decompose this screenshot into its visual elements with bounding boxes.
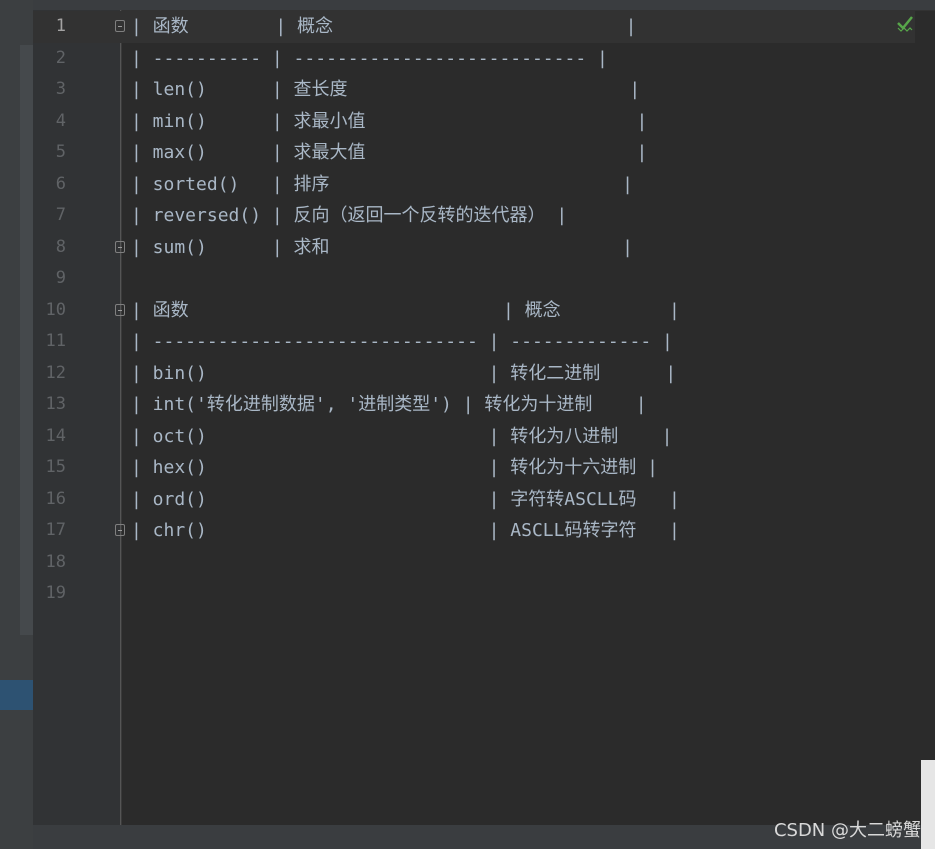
line-number: 16 bbox=[45, 488, 66, 509]
code-text[interactable]: | ------------------------------ | -----… bbox=[131, 326, 673, 358]
code-text[interactable]: | reversed() | 反向（返回一个反转的迭代器） | bbox=[131, 200, 567, 232]
code-line[interactable]: 17 | chr() | ASCLL码转字符 | bbox=[33, 515, 915, 547]
code-line[interactable]: 1 | 函数 | 概念 | bbox=[33, 11, 915, 43]
code-text[interactable]: | oct() | 转化为八进制 | bbox=[131, 421, 672, 453]
check-icon[interactable] bbox=[895, 13, 915, 33]
code-text[interactable]: | sum() | 求和 | bbox=[131, 232, 633, 264]
line-number: 15 bbox=[45, 457, 66, 477]
line-number: 9 bbox=[55, 268, 66, 288]
code-text[interactable]: | max() | 求最大值 | bbox=[131, 137, 647, 169]
code-text[interactable]: | hex() | 转化为十六进制 | bbox=[131, 452, 658, 484]
editor-tab-bar bbox=[33, 0, 935, 11]
line-number: 6 bbox=[55, 173, 66, 194]
code-line[interactable]: 19 bbox=[33, 578, 915, 610]
line-number: 13 bbox=[45, 394, 66, 414]
tool-window-strip bbox=[0, 0, 33, 849]
code-line[interactable]: 4 | min() | 求最小值 | bbox=[33, 106, 915, 138]
line-number: 3 bbox=[55, 79, 66, 99]
line-number: 4 bbox=[55, 110, 66, 131]
code-line[interactable]: 9 bbox=[33, 263, 915, 295]
code-text[interactable]: | ---------- | -------------------------… bbox=[131, 43, 608, 75]
code-line[interactable]: 3 | len() | 查长度 | bbox=[33, 74, 915, 106]
line-number: 11 bbox=[45, 331, 66, 351]
line-number: 10 bbox=[45, 299, 66, 320]
code-text[interactable]: | 函数 | 概念 | bbox=[131, 295, 680, 327]
code-line[interactable]: 11 | ------------------------------ | ---… bbox=[33, 326, 915, 358]
code-line[interactable]: 2 | ---------- | ------------------------… bbox=[33, 43, 915, 75]
code-line[interactable]: 10 | 函数 | 概念 | bbox=[33, 295, 915, 327]
code-text[interactable]: | min() | 求最小值 | bbox=[131, 106, 647, 138]
code-line[interactable]: 14 | oct() | 转化为八进制 | bbox=[33, 421, 915, 453]
code-text[interactable]: | sorted() | 排序 | bbox=[131, 169, 633, 201]
code-text[interactable]: | bin() | 转化二进制 | bbox=[131, 358, 676, 390]
fold-marker-icon[interactable] bbox=[115, 20, 125, 32]
code-line[interactable]: 16 | ord() | 字符转ASCLL码 | bbox=[33, 484, 915, 516]
tool-window-panel-edge bbox=[20, 45, 33, 635]
vertical-scrollbar-thumb[interactable] bbox=[921, 760, 935, 849]
code-text[interactable]: | int('转化进制数据', '进制类型') | 转化为十进制 | bbox=[131, 389, 647, 421]
watermark: CSDN @大二螃蟹 bbox=[773, 820, 921, 841]
line-number: 17 bbox=[45, 520, 66, 540]
code-line[interactable]: 12 | bin() | 转化二进制 | bbox=[33, 358, 915, 390]
code-line[interactable]: 5 | max() | 求最大值 | bbox=[33, 137, 915, 169]
code-line[interactable]: 6 | sorted() | 排序 | bbox=[33, 169, 915, 201]
code-line[interactable]: 13 | int('转化进制数据', '进制类型') | 转化为十进制 | bbox=[33, 389, 915, 421]
line-number: 5 bbox=[55, 142, 66, 162]
line-number: 18 bbox=[45, 551, 66, 572]
line-number: 7 bbox=[55, 205, 66, 225]
code-line[interactable]: 8 | sum() | 求和 | bbox=[33, 232, 915, 264]
code-line[interactable]: 7 | reversed() | 反向（返回一个反转的迭代器） | bbox=[33, 200, 915, 232]
line-number: 8 bbox=[55, 236, 66, 257]
line-number: 14 bbox=[45, 425, 66, 446]
fold-marker-icon[interactable] bbox=[115, 524, 125, 536]
fold-marker-icon[interactable] bbox=[115, 303, 125, 316]
code-text[interactable]: | ord() | 字符转ASCLL码 | bbox=[131, 484, 680, 516]
line-number: 2 bbox=[55, 47, 66, 68]
line-number: 1 bbox=[55, 16, 66, 36]
code-text[interactable]: | len() | 查长度 | bbox=[131, 74, 640, 106]
code-line[interactable]: 15 | hex() | 转化为十六进制 | bbox=[33, 452, 915, 484]
line-number: 19 bbox=[45, 583, 66, 603]
code-line[interactable]: 18 bbox=[33, 547, 915, 579]
code-text[interactable]: | 函数 | 概念 | bbox=[131, 11, 636, 43]
fold-marker-icon[interactable] bbox=[115, 240, 125, 253]
code-text[interactable]: | chr() | ASCLL码转字符 | bbox=[131, 515, 680, 547]
line-number: 12 bbox=[45, 362, 66, 383]
tool-window-selected-item[interactable] bbox=[0, 680, 33, 710]
